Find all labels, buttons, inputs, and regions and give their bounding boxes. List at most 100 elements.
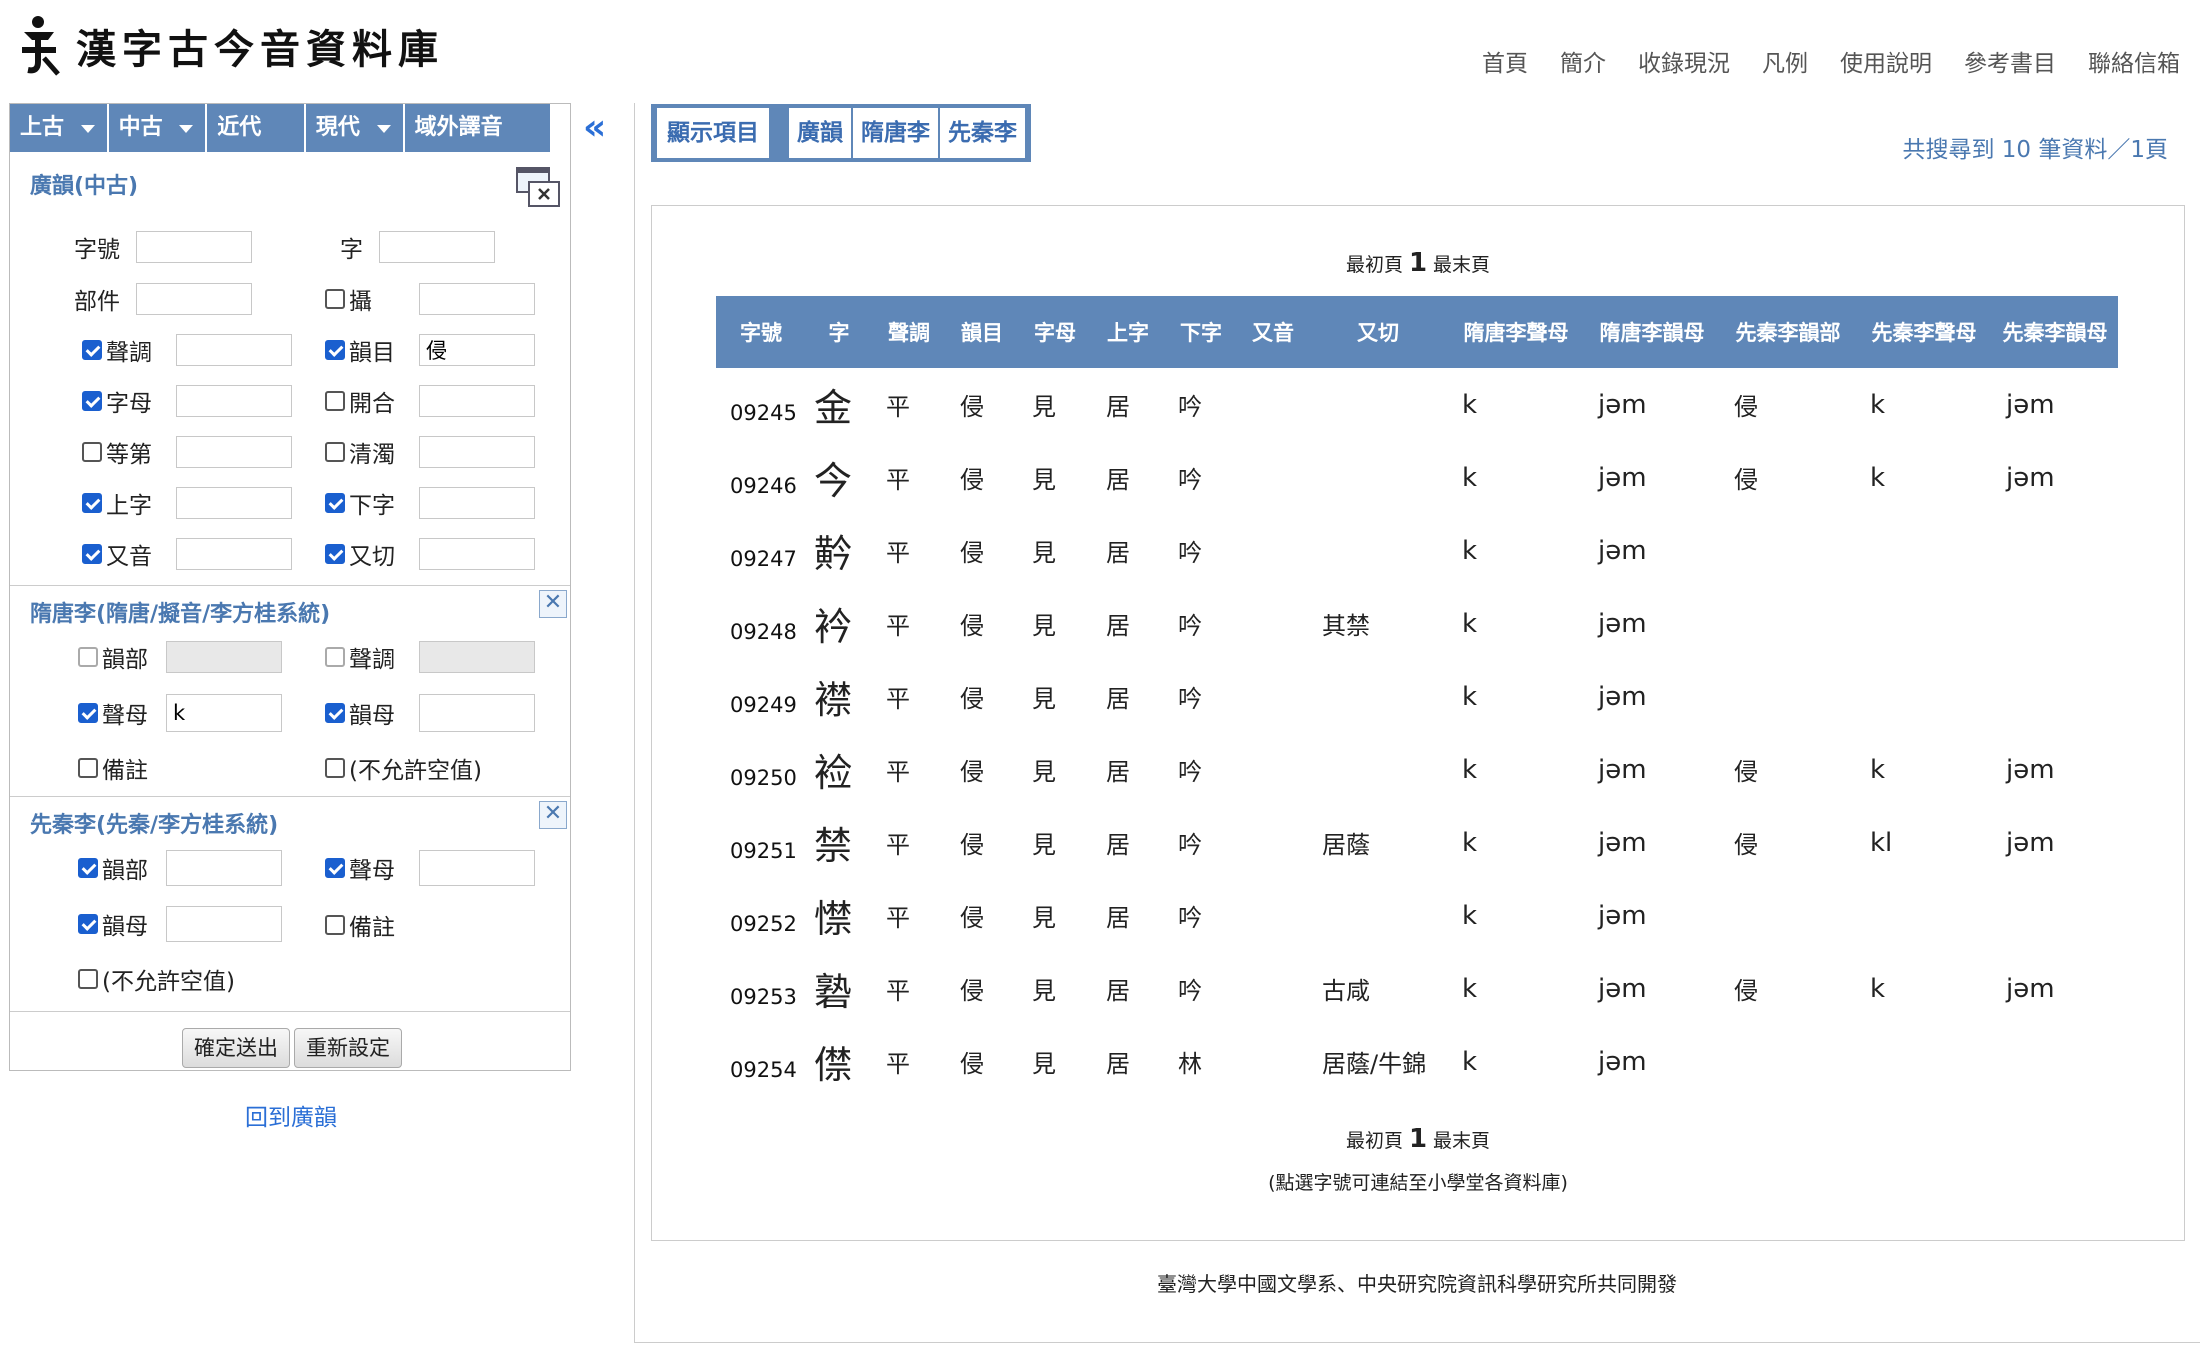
pager-last[interactable]: 最末頁: [1433, 1130, 1490, 1152]
table-cell: [1992, 879, 2118, 952]
nav-intro[interactable]: 簡介: [1560, 44, 1606, 78]
back-to-guangyun-link[interactable]: 回到廣韻: [245, 1098, 337, 1132]
collapse-panel-icon[interactable]: «: [583, 110, 606, 146]
nav-usage-guide[interactable]: 使用說明: [1840, 44, 1932, 78]
suitang-shengdiao-input[interactable]: [419, 641, 535, 673]
suitang-yunmu-input[interactable]: [419, 694, 535, 732]
yunmu-checkbox[interactable]: [325, 340, 345, 360]
field-she: 攝: [325, 282, 535, 316]
reset-button[interactable]: 重新設定: [294, 1028, 402, 1068]
char-cell: 僸: [814, 1043, 853, 1087]
char-id-cell[interactable]: 09248: [716, 587, 806, 660]
table-cell: k: [1462, 1046, 1478, 1077]
xianqin-beizhu-checkbox[interactable]: [325, 915, 345, 935]
shangzi-checkbox[interactable]: [82, 493, 102, 513]
she-input[interactable]: [419, 283, 535, 315]
era-tab-ancient[interactable]: 上古: [10, 104, 109, 152]
char-id-cell[interactable]: 09251: [716, 806, 806, 879]
kaihe-input[interactable]: [419, 385, 535, 417]
suitang-close-icon[interactable]: ✕: [539, 590, 567, 618]
dengdi-checkbox[interactable]: [82, 442, 102, 462]
nav-contact[interactable]: 聯絡信箱: [2088, 44, 2180, 78]
pager-current[interactable]: 1: [1409, 1124, 1427, 1154]
table-cell: [1308, 514, 1448, 587]
youqie-input[interactable]: [419, 538, 535, 570]
suitang-beizhu-checkbox[interactable]: [78, 758, 98, 778]
kaihe-checkbox[interactable]: [325, 391, 345, 411]
pager-last[interactable]: 最末頁: [1433, 254, 1490, 276]
shengdiao-checkbox[interactable]: [82, 340, 102, 360]
table-cell: jəm: [2006, 389, 2055, 420]
char-cell: 禁: [814, 824, 853, 868]
submit-button[interactable]: 確定送出: [182, 1028, 290, 1068]
qingzhuo-input[interactable]: [419, 436, 535, 468]
table-cell: 侵: [1734, 393, 1758, 421]
suitang-shengmu-input[interactable]: [166, 694, 282, 732]
xianqin-close-icon[interactable]: ✕: [539, 801, 567, 829]
tab-display-items[interactable]: 顯示項目: [657, 108, 771, 158]
era-tab-middle[interactable]: 中古: [108, 104, 208, 152]
xianqin-shengmu-input[interactable]: [419, 850, 535, 886]
window-close-icon[interactable]: [515, 166, 561, 208]
zi-input[interactable]: [379, 231, 495, 263]
nav-collection-status[interactable]: 收錄現況: [1638, 44, 1730, 78]
char-id-cell[interactable]: 09247: [716, 514, 806, 587]
youyin-checkbox[interactable]: [82, 544, 102, 564]
xianqin-shengmu-checkbox[interactable]: [325, 858, 345, 878]
nav-bibliography[interactable]: 參考書目: [1964, 44, 2056, 78]
nav-home[interactable]: 首頁: [1482, 44, 1528, 78]
char-id-cell[interactable]: 09254: [716, 1025, 806, 1098]
she-checkbox[interactable]: [325, 289, 345, 309]
char-id-cell[interactable]: 09250: [716, 733, 806, 806]
char-id-cell[interactable]: 09253: [716, 952, 806, 1025]
xiazi-input[interactable]: [419, 487, 535, 519]
table-cell: [1308, 660, 1448, 733]
table-cell: 侵: [960, 466, 984, 494]
suitang-nonull-checkbox[interactable]: [325, 758, 345, 778]
xianqin-yunmu-input[interactable]: [166, 906, 282, 942]
char-id-cell[interactable]: 09249: [716, 660, 806, 733]
pager-first[interactable]: 最初頁: [1346, 254, 1403, 276]
char-id-cell[interactable]: 09252: [716, 879, 806, 952]
table-cell: 吟: [1178, 466, 1202, 494]
yunmu-input[interactable]: [419, 334, 535, 366]
youqie-checkbox[interactable]: [325, 544, 345, 564]
suitang-yunmu-checkbox[interactable]: [325, 703, 345, 723]
field-xianqin-beizhu: 備註: [325, 908, 395, 942]
xianqin-nonull-checkbox[interactable]: [78, 969, 98, 989]
suitang-shengdiao-checkbox[interactable]: [325, 647, 345, 667]
qingzhuo-checkbox[interactable]: [325, 442, 345, 462]
table-cell: 侵: [1734, 831, 1758, 859]
xianqin-yunmu-checkbox[interactable]: [78, 914, 98, 934]
era-tab-foreign[interactable]: 域外譯音: [404, 104, 550, 152]
suitang-shengmu-checkbox[interactable]: [78, 703, 98, 723]
shengdiao-input[interactable]: [176, 334, 292, 366]
suitang-yunbu-input[interactable]: [166, 641, 282, 673]
zihao-input[interactable]: [136, 231, 252, 263]
youyin-input[interactable]: [176, 538, 292, 570]
char-id-cell[interactable]: 09246: [716, 441, 806, 514]
xianqin-yunbu-input[interactable]: [166, 850, 282, 886]
pager-first[interactable]: 最初頁: [1346, 1130, 1403, 1152]
bujian-input[interactable]: [136, 283, 252, 315]
nav-conventions[interactable]: 凡例: [1762, 44, 1808, 78]
tab-xianqin[interactable]: 先秦李: [940, 108, 1025, 158]
era-tab-early-modern[interactable]: 近代: [207, 104, 306, 152]
zimu-input[interactable]: [176, 385, 292, 417]
table-row: 09249 襟 平 侵 見 居 吟 k jəm: [716, 660, 2118, 733]
shangzi-input[interactable]: [176, 487, 292, 519]
tab-suitang[interactable]: 隋唐李: [853, 108, 940, 158]
zimu-checkbox[interactable]: [82, 391, 102, 411]
site-logo[interactable]: 漢字古今音資料庫: [18, 14, 444, 78]
suitang-yunbu-checkbox[interactable]: [78, 647, 98, 667]
era-tab-modern[interactable]: 現代: [305, 104, 405, 152]
table-cell: [1720, 879, 1856, 952]
xianqin-yunbu-checkbox[interactable]: [78, 858, 98, 878]
xiazi-checkbox[interactable]: [325, 493, 345, 513]
char-id-cell[interactable]: 09245: [716, 368, 806, 441]
tab-guangyun[interactable]: 廣韻: [789, 108, 853, 158]
pager-current[interactable]: 1: [1409, 248, 1427, 278]
table-cell: 侵: [960, 685, 984, 713]
dengdi-input[interactable]: [176, 436, 292, 468]
table-cell: [1238, 879, 1308, 952]
